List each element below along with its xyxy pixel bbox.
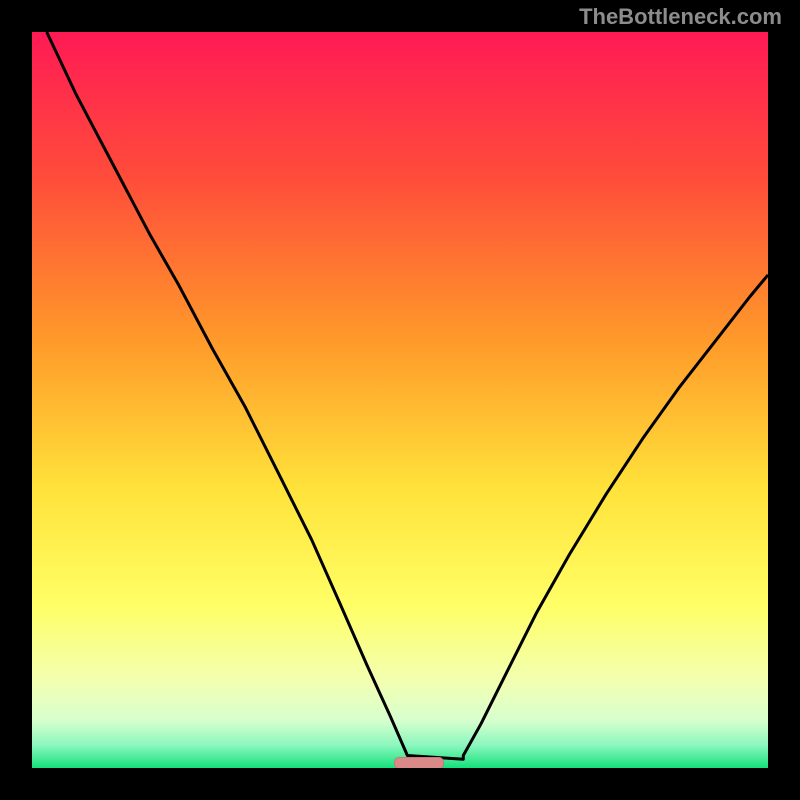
bottleneck-curve (32, 32, 768, 768)
chart-root: TheBottleneck.com (0, 0, 800, 800)
optimum-marker (394, 757, 444, 768)
plot-area (32, 32, 768, 768)
curve-path (47, 32, 768, 759)
watermark-text: TheBottleneck.com (579, 4, 782, 30)
